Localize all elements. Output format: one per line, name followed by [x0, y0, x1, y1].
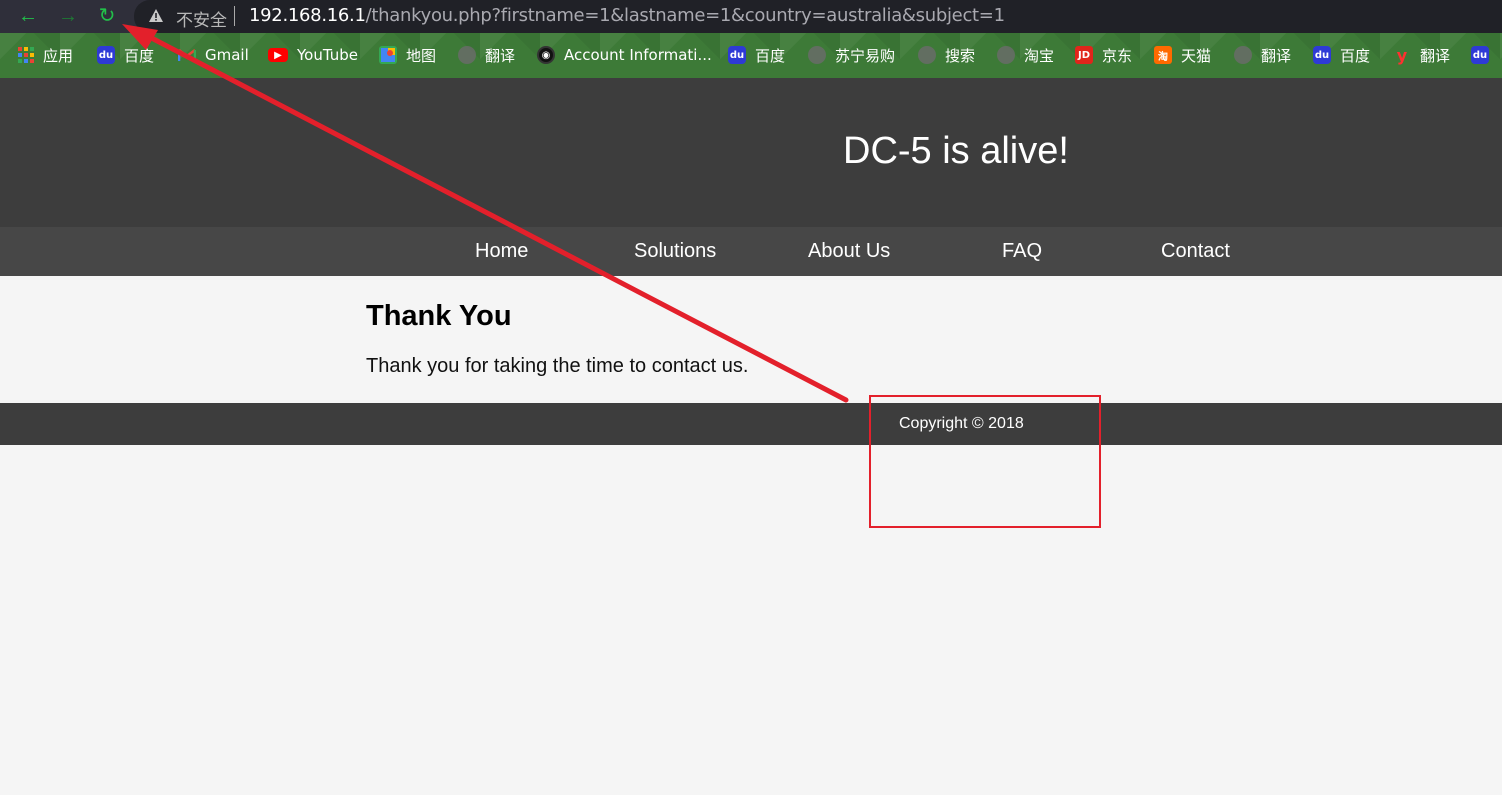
url-text[interactable]: 192.168.16.1/thankyou.php?firstname=1&la…	[249, 5, 1005, 26]
insecure-label: 不安全	[176, 11, 227, 31]
globe-icon	[458, 46, 476, 64]
page-body-text: Thank you for taking the time to contact…	[366, 355, 749, 377]
site-header: DC-5 is alive!	[0, 78, 1502, 227]
account-icon: ◉	[537, 46, 555, 64]
bookmark-baidu[interactable]: du 百度	[1313, 43, 1370, 67]
jd-icon: JD	[1075, 46, 1093, 64]
footer-copyright: Copyright © 2018	[899, 415, 1024, 432]
gmail-icon	[178, 46, 196, 64]
back-arrow-icon[interactable]: ←	[14, 3, 42, 29]
baidu-icon: du	[97, 46, 115, 64]
bookmark-fanyi[interactable]: 翻译	[1234, 43, 1291, 67]
url-separator	[234, 6, 235, 26]
bookmark-label: 翻译	[1261, 46, 1292, 65]
browser-address-bar: ← → ↻ 不安全 192.168.16.1/thankyou.php?firs…	[0, 0, 1502, 33]
site-title: DC-5 is alive!	[843, 130, 1069, 172]
bookmark-label: 苏宁易购	[835, 46, 896, 65]
bookmark-label: 地图	[406, 46, 437, 65]
bookmark-label: 翻译	[1420, 46, 1451, 65]
nav-link-contact[interactable]: Contact	[1161, 240, 1230, 263]
site-nav: Home Solutions About Us FAQ Contact	[0, 227, 1502, 276]
bookmark-search[interactable]: 搜索	[918, 43, 975, 67]
bookmark-fanyi[interactable]: 翻译	[458, 43, 515, 67]
forward-arrow-icon[interactable]: →	[54, 3, 82, 29]
bookmark-label: 百度	[755, 46, 786, 65]
bookmark-label: 翻译	[485, 46, 516, 65]
bookmark-maps[interactable]: 地图	[379, 43, 436, 67]
bookmark-suning[interactable]: 苏宁易购	[808, 43, 895, 67]
bookmark-baidu[interactable]: du 百度	[97, 43, 154, 67]
bookmark-gmail[interactable]: Gmail	[178, 43, 249, 67]
site-footer: Copyright © 2018	[0, 403, 1502, 445]
taobao-icon: 淘	[1154, 46, 1172, 64]
apps-grid-icon	[18, 47, 34, 63]
youdao-icon: y	[1396, 45, 1408, 65]
nav-link-solutions[interactable]: Solutions	[634, 240, 716, 263]
page-heading: Thank You	[366, 300, 512, 332]
globe-icon	[1234, 46, 1252, 64]
omnibox[interactable]: 不安全 192.168.16.1/thankyou.php?firstname=…	[134, 0, 1502, 33]
baidu-icon: du	[1313, 46, 1331, 64]
globe-icon	[808, 46, 826, 64]
maps-icon	[379, 46, 397, 64]
globe-icon	[918, 46, 936, 64]
bookmark-label: Account Informati...	[564, 46, 712, 64]
youtube-icon: ▶	[268, 48, 288, 62]
bookmark-account[interactable]: ◉ Account Informati...	[537, 43, 712, 67]
bookmarks-bar: 应用 du 百度 Gmail ▶ YouTube 地图 翻译 ◉ Account…	[0, 33, 1502, 78]
url-host: 192.168.16.1	[249, 5, 366, 26]
bookmark-label: YouTube	[297, 46, 358, 64]
nav-link-about-us[interactable]: About Us	[808, 240, 890, 263]
bookmark-taobao[interactable]: 淘宝	[997, 43, 1054, 67]
bookmark-label: 百度	[124, 46, 155, 65]
bookmark-youtube[interactable]: ▶ YouTube	[268, 43, 358, 67]
bookmark-apps[interactable]: 应用	[18, 43, 73, 67]
bookmark-label: 京东	[1102, 46, 1133, 65]
bookmark-label: 搜索	[945, 46, 976, 65]
bookmark-baidu-overflow[interactable]: du	[1471, 43, 1498, 67]
url-path: /thankyou.php?firstname=1&lastname=1&cou…	[365, 5, 1005, 26]
bookmark-baidu[interactable]: du 百度	[728, 43, 785, 67]
globe-icon	[997, 46, 1015, 64]
nav-link-faq[interactable]: FAQ	[1002, 240, 1042, 263]
bookmark-label: 应用	[43, 46, 74, 65]
warning-icon	[149, 9, 163, 22]
bookmark-label: 天猫	[1181, 46, 1212, 65]
nav-link-home[interactable]: Home	[475, 240, 528, 263]
bookmark-youdao[interactable]: y 翻译	[1393, 43, 1450, 67]
main-content: Thank You Thank you for taking the time …	[366, 300, 1266, 378]
reload-icon[interactable]: ↻	[93, 3, 121, 29]
bookmark-tmall[interactable]: 淘 天猫	[1154, 43, 1211, 67]
baidu-icon: du	[728, 46, 746, 64]
baidu-icon: du	[1471, 46, 1489, 64]
bookmark-label: 百度	[1340, 46, 1371, 65]
bookmark-label: Gmail	[205, 46, 249, 64]
bookmark-label: 淘宝	[1024, 46, 1055, 65]
bookmark-jd[interactable]: JD 京东	[1075, 43, 1132, 67]
